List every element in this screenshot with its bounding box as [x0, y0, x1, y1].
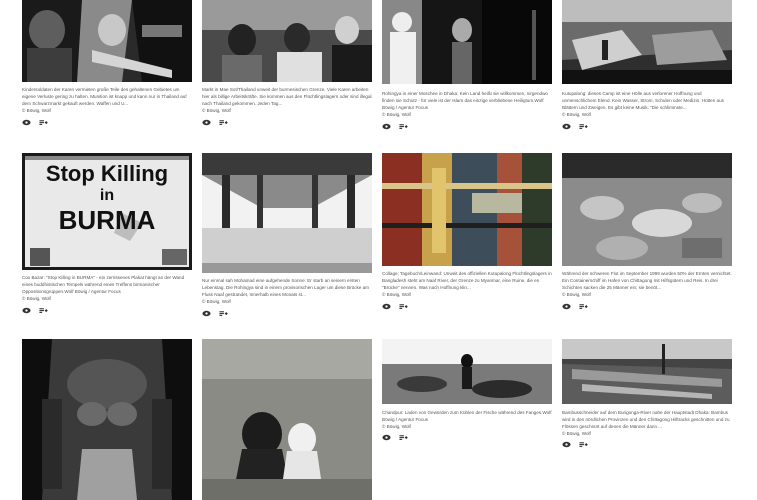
eye-icon[interactable] — [562, 441, 571, 448]
photo-thumbnail[interactable] — [22, 0, 192, 82]
photo-caption: Markt in Mae Sot/Thailand unweit der bur… — [202, 86, 372, 114]
photo-credit: © Böwig, Wolf — [22, 296, 51, 301]
add-to-lightbox-icon[interactable] — [39, 119, 48, 126]
photo-actions — [382, 122, 408, 130]
add-to-lightbox-icon[interactable] — [219, 310, 228, 317]
sign-text-stop-killing: Stop Killing — [46, 161, 168, 186]
photo-credit: © Böwig, Wolf — [382, 424, 411, 429]
photo-caption: Collage; Tagebuch/Leinwand: Unweit des o… — [382, 270, 552, 298]
photo-thumbnail[interactable] — [202, 153, 372, 273]
sign-text-in: in — [100, 187, 114, 204]
photo-caption: Nur einmal sah Mohamad eine aufgehende S… — [202, 277, 372, 305]
photo-thumbnail[interactable] — [562, 339, 732, 404]
photo-credit: © Böwig, Wolf — [202, 299, 231, 304]
photo-thumbnail[interactable] — [22, 339, 192, 500]
caption-text: Collage; Tagebuch/Leinwand: Unweit des o… — [382, 271, 552, 290]
caption-text: Cox Bazar: "Stop Killing in BURMA" - ein… — [22, 275, 185, 294]
eye-icon[interactable] — [22, 119, 31, 126]
photo-actions — [562, 440, 588, 448]
photo-actions — [382, 433, 408, 441]
photo-credit: © Böwig, Wolf — [382, 112, 411, 117]
photo-thumbnail[interactable] — [382, 0, 552, 84]
photo-caption: Cox Bazar: "Stop Killing in BURMA" - ein… — [22, 274, 192, 302]
photo-caption: Bambusschneider auf dem Burigonga-River … — [562, 409, 732, 437]
caption-text: Kutupalong: dieses Camp ist eine Hölle a… — [562, 91, 724, 110]
eye-icon[interactable] — [562, 123, 571, 130]
photo-actions — [202, 118, 228, 126]
photo-credit: © Böwig, Wolf — [562, 112, 591, 117]
caption-text: Chandpur: Laden von Gewürden zum Kühlen … — [382, 410, 552, 422]
caption-text: Bambusschneider auf dem Burigonga-River … — [562, 410, 730, 429]
photo-actions — [202, 309, 228, 317]
photo-thumbnail[interactable] — [382, 153, 552, 266]
photo-actions — [562, 302, 588, 310]
photo-thumbnail[interactable] — [382, 339, 552, 404]
photo-credit: © Böwig, Wolf — [202, 108, 231, 113]
add-to-lightbox-icon[interactable] — [219, 119, 228, 126]
photo-thumbnail[interactable] — [562, 0, 732, 84]
eye-icon[interactable] — [382, 123, 391, 130]
photo-caption: Kindersoldaten der Karen vermieten große… — [22, 86, 192, 114]
photo-thumbnail[interactable] — [202, 339, 372, 500]
eye-icon[interactable] — [382, 434, 391, 441]
caption-text: Rohingya in einer Moschee in Dhaka: Kein… — [382, 91, 548, 110]
photo-credit: © Böwig, Wolf — [562, 431, 591, 436]
photo-actions — [22, 306, 48, 314]
eye-icon[interactable] — [562, 303, 571, 310]
photo-thumbnail[interactable] — [562, 153, 732, 266]
photo-caption: Während der schweren Flut im September 1… — [562, 270, 732, 298]
photo-credit: © Böwig, Wolf — [22, 108, 51, 113]
photo-thumbnail[interactable] — [202, 0, 372, 82]
caption-text: Nur einmal sah Mohamad eine aufgehende S… — [202, 278, 369, 297]
photo-actions — [22, 118, 48, 126]
add-to-lightbox-icon[interactable] — [579, 123, 588, 130]
photo-thumbnail[interactable]: Stop Killing in BURMA — [22, 153, 192, 270]
photo-caption: Chandpur: Laden von Gewürden zum Kühlen … — [382, 409, 552, 430]
add-to-lightbox-icon[interactable] — [579, 441, 588, 448]
photo-credit: © Böwig, Wolf — [562, 292, 591, 297]
add-to-lightbox-icon[interactable] — [399, 303, 408, 310]
photo-credit: © Böwig, Wolf — [382, 292, 411, 297]
photo-caption: Rohingya in einer Moschee in Dhaka: Kein… — [382, 90, 552, 118]
add-to-lightbox-icon[interactable] — [579, 303, 588, 310]
caption-text: Markt in Mae Sot/Thailand unweit der bur… — [202, 87, 372, 106]
add-to-lightbox-icon[interactable] — [39, 307, 48, 314]
add-to-lightbox-icon[interactable] — [399, 434, 408, 441]
add-to-lightbox-icon[interactable] — [399, 123, 408, 130]
photo-actions — [562, 122, 588, 130]
caption-text: Kindersoldaten der Karen vermieten große… — [22, 87, 187, 106]
sign-text-burma: BURMA — [59, 205, 156, 235]
eye-icon[interactable] — [202, 119, 211, 126]
caption-text: Während der schweren Flut im September 1… — [562, 271, 732, 290]
eye-icon[interactable] — [202, 310, 211, 317]
eye-icon[interactable] — [22, 307, 31, 314]
photo-caption: Kutupalong: dieses Camp ist eine Hölle a… — [562, 90, 732, 118]
photo-actions — [382, 302, 408, 310]
eye-icon[interactable] — [382, 303, 391, 310]
